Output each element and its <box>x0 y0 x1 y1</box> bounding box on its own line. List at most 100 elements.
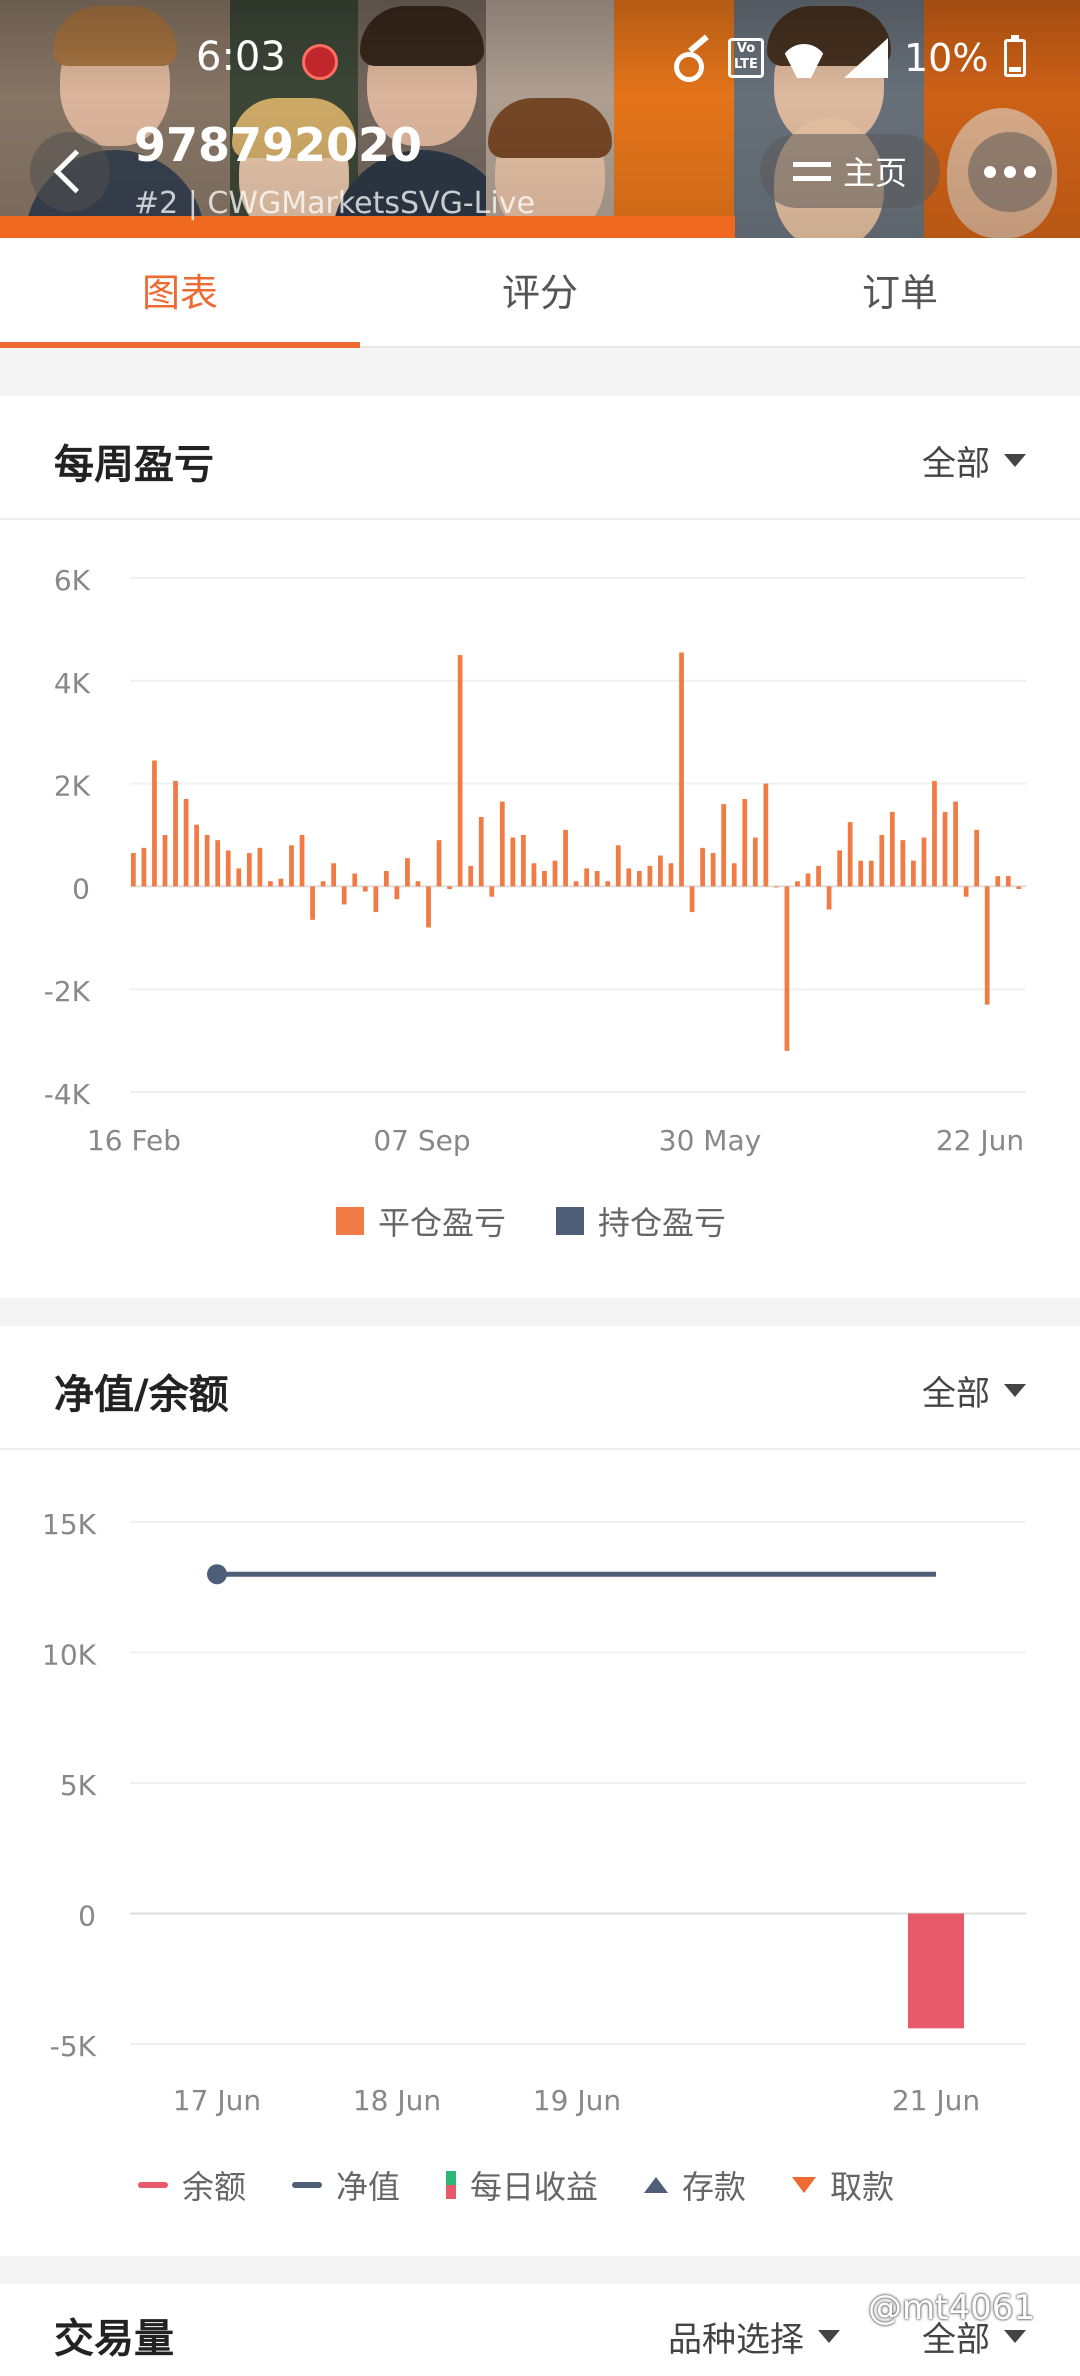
bar <box>594 870 600 887</box>
x-tick-label: 22 Jun <box>936 1124 1024 1157</box>
bar <box>963 886 969 897</box>
bar <box>415 881 421 887</box>
bar <box>763 783 769 887</box>
bar <box>868 860 874 887</box>
bar <box>636 870 642 887</box>
bar <box>731 863 737 887</box>
more-dot <box>1024 166 1036 178</box>
bar <box>647 865 653 887</box>
bar <box>499 801 505 887</box>
bar <box>394 886 400 900</box>
profile-banner: 6:03 Vo LTE 10% 978792020 #2 | CWGMarket… <box>0 0 1080 238</box>
bar <box>225 850 231 887</box>
legend-label: 每日收益 <box>470 2168 599 2206</box>
bar <box>1005 876 1011 887</box>
bar <box>204 835 210 887</box>
x-tick-label: 30 May <box>659 1124 761 1157</box>
account-id: 978792020 <box>134 118 423 172</box>
bar <box>299 835 305 887</box>
bar <box>837 850 843 887</box>
legend-swatch <box>792 2177 817 2193</box>
y-tick-label: -4K <box>44 1078 91 1111</box>
legend-swatch <box>446 2171 457 2199</box>
legend-item[interactable]: 存款 <box>644 2162 746 2208</box>
bar <box>510 837 516 887</box>
app-screen: 6:03 Vo LTE 10% 978792020 #2 | CWGMarket… <box>0 0 1080 2376</box>
bar <box>995 876 1001 887</box>
bar <box>194 824 199 887</box>
bar <box>921 837 927 887</box>
bar <box>784 886 790 1051</box>
caret-down-icon <box>1004 1384 1026 1397</box>
equity-balance-card: 净值/余额 全部 15K 10K 5K 0 -5K 17 Jun 18 Jun 19 Jun 2… <box>0 1326 1080 2256</box>
bar <box>932 781 937 887</box>
bar <box>162 835 168 887</box>
bar <box>974 829 980 887</box>
bar <box>383 870 389 887</box>
equity-balance-chart: 15K 10K 5K 0 -5K 17 Jun 18 Jun 19 Jun 21 Jun <box>42 1508 1026 2117</box>
back-button[interactable] <box>30 132 110 212</box>
bar <box>953 801 958 887</box>
bar <box>268 881 273 887</box>
x-tick-label: 21 Jun <box>892 2084 980 2117</box>
legend-swatch <box>336 1207 364 1235</box>
bar <box>826 886 832 910</box>
bar <box>889 811 895 887</box>
bar <box>563 829 568 887</box>
legend-item[interactable]: 每日收益 <box>446 2162 598 2208</box>
legend-label: 净值 <box>336 2168 401 2206</box>
bar <box>847 822 853 887</box>
legend-item[interactable]: 余额 <box>138 2162 246 2208</box>
bar <box>700 847 705 887</box>
legend-item[interactable]: 持仓盈亏 <box>556 1198 726 1244</box>
bar <box>752 837 758 887</box>
legend-item[interactable]: 取款 <box>792 2162 894 2208</box>
bar <box>489 886 495 897</box>
card-title: 净值/余额 <box>54 1372 229 1418</box>
chart-legend: 余额 净值 每日收益 存款 取款 <box>138 2162 894 2208</box>
symbol-filter[interactable]: 品种选择 <box>668 2312 840 2361</box>
bar <box>542 870 547 887</box>
tab-charts[interactable]: 图表 <box>0 238 360 348</box>
x-tick-label: 18 Jun <box>353 2084 441 2117</box>
legend-label: 持仓盈亏 <box>598 1204 727 1242</box>
bar <box>320 881 326 887</box>
balance-bar <box>908 1913 964 2029</box>
tab-orders[interactable]: 订单 <box>720 238 1080 346</box>
y-tick-label: -2K <box>44 975 91 1008</box>
bar <box>774 886 779 888</box>
more-button[interactable] <box>968 132 1052 212</box>
status-icons: Vo LTE 10% <box>672 30 1027 86</box>
caret-down-icon <box>1004 454 1026 467</box>
bar <box>405 858 410 887</box>
bar <box>858 860 864 887</box>
card-header: 净值/余额 全部 <box>0 1326 1080 1450</box>
swap-icon <box>792 156 831 186</box>
watermark: @mt4061 <box>868 2288 1035 2328</box>
bar <box>911 860 916 887</box>
bar <box>457 655 463 887</box>
bar <box>942 811 948 887</box>
account-subtitle: #2 | CWGMarketsSVG-Live <box>134 186 535 221</box>
bar <box>689 886 695 913</box>
period-filter[interactable]: 全部 <box>922 1366 1026 1415</box>
bar <box>236 868 242 887</box>
bar <box>246 852 252 887</box>
legend-swatch <box>138 2182 168 2188</box>
equity-point <box>207 1564 227 1585</box>
home-button[interactable]: 主页 <box>760 134 940 208</box>
battery-icon <box>1004 35 1027 77</box>
legend-label: 取款 <box>830 2168 895 2206</box>
legend-item[interactable]: 净值 <box>292 2162 400 2208</box>
card-header: 每周盈亏 全部 <box>0 396 1080 520</box>
bar <box>573 881 579 887</box>
legend-item[interactable]: 平仓盈亏 <box>336 1198 506 1244</box>
bar <box>289 845 294 887</box>
bar <box>668 863 674 887</box>
filter-label: 品种选择 <box>668 2320 804 2360</box>
bar <box>331 863 337 887</box>
legend-label: 平仓盈亏 <box>378 1204 507 1242</box>
status-time: 6:03 <box>196 34 286 80</box>
tab-rating[interactable]: 评分 <box>360 238 720 346</box>
period-filter[interactable]: 全部 <box>922 436 1026 485</box>
